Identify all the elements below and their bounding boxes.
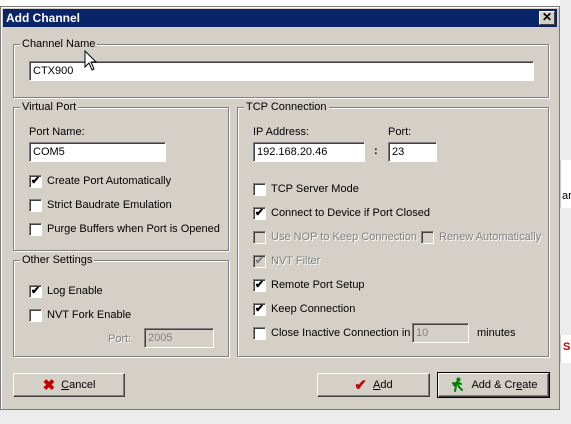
remote-port-setup-label: Remote Port Setup <box>271 279 365 291</box>
port-name-label: Port Name: <box>29 126 85 138</box>
create-port-automatically-checkbox[interactable]: ✔ <box>29 175 42 188</box>
connect-if-port-closed-checkbox[interactable]: ✔ <box>253 207 266 220</box>
background-strip <box>0 410 571 424</box>
strict-baudrate-emulation-label: Strict Baudrate Emulation <box>47 199 172 211</box>
close-inactive-minutes-input[interactable]: 10 <box>412 323 469 343</box>
add-and-create-button-label: Add & Create <box>471 379 538 391</box>
fork-port-input[interactable]: 2005 <box>144 328 214 348</box>
tcp-server-mode-label: TCP Server Mode <box>271 183 359 195</box>
keep-connection-label: Keep Connection <box>271 303 356 315</box>
add-and-create-button[interactable]: Add & Create <box>437 372 550 398</box>
close-inactive-minutes-value: 10 <box>416 327 429 339</box>
tcp-server-mode-checkbox[interactable] <box>253 183 266 196</box>
ip-address-input[interactable]: 192.168.20.46 <box>253 142 365 162</box>
ip-address-value: 192.168.20.46 <box>257 146 328 158</box>
tcp-connection-group-label: TCP Connection <box>244 100 329 114</box>
checkmark-icon: ✔ <box>30 285 41 297</box>
nvt-filter-label: NVT Filter <box>271 255 321 267</box>
other-settings-group-label: Other Settings <box>20 253 95 267</box>
other-settings-group: Other Settings ✔ Log Enable NVT Fork Ena… <box>13 253 229 357</box>
connect-if-port-closed-label: Connect to Device if Port Closed <box>271 207 430 219</box>
channel-name-value: CTX900 <box>33 65 74 77</box>
renew-automatically-label: Renew Automatically <box>439 231 542 243</box>
fork-port-label: Port: <box>108 333 132 345</box>
background-panel-2: S <box>560 335 571 363</box>
minutes-label: minutes <box>477 327 516 339</box>
background-text-2: S <box>563 341 571 353</box>
channel-name-input[interactable]: CTX900 <box>29 61 534 81</box>
close-button[interactable]: ✕ <box>539 11 555 25</box>
checkmark-icon: ✔ <box>254 303 265 315</box>
background-panel: ar <box>560 160 571 208</box>
checkmark-icon: ✔ <box>254 207 265 219</box>
virtual-port-group: Virtual Port Port Name: COM5 ✔ Create Po… <box>13 100 229 251</box>
port-name-input[interactable]: COM5 <box>29 142 166 162</box>
use-nop-checkbox[interactable] <box>253 231 266 244</box>
background-text: ar <box>562 190 571 202</box>
nvt-filter-checkbox[interactable]: ✔ <box>253 255 266 268</box>
close-inactive-label: Close Inactive Connection in <box>271 327 411 339</box>
fork-port-value: 2005 <box>148 332 173 344</box>
keep-connection-checkbox[interactable]: ✔ <box>253 303 266 316</box>
nvt-fork-enable-checkbox[interactable] <box>29 309 42 322</box>
mouse-cursor-icon <box>84 50 98 71</box>
cancel-button-label: Cancel <box>61 379 96 391</box>
ip-port-separator: : <box>374 145 378 157</box>
strict-baudrate-emulation-checkbox[interactable] <box>29 199 42 212</box>
x-icon: ✖ <box>42 376 56 394</box>
title-bar: Add Channel ✕ <box>3 9 557 27</box>
port-name-value: COM5 <box>33 146 65 158</box>
tcp-port-label: Port: <box>388 126 412 138</box>
purge-buffers-checkbox[interactable] <box>29 223 42 236</box>
cancel-button[interactable]: ✖ Cancel <box>13 373 125 397</box>
close-icon: ✕ <box>541 10 553 24</box>
virtual-port-group-label: Virtual Port <box>20 100 79 114</box>
purge-buffers-label: Purge Buffers when Port is Opened <box>47 223 220 235</box>
tcp-port-input[interactable]: 23 <box>388 142 437 162</box>
checkmark-icon: ✔ <box>30 175 41 187</box>
log-enable-checkbox[interactable]: ✔ <box>29 285 42 298</box>
dialog-title: Add Channel <box>6 11 80 25</box>
tcp-connection-group: TCP Connection IP Address: 192.168.20.46… <box>237 100 549 357</box>
checkmark-icon: ✔ <box>254 279 265 291</box>
tcp-port-value: 23 <box>392 146 405 158</box>
ip-address-label: IP Address: <box>253 126 310 138</box>
running-person-icon <box>452 377 464 392</box>
checkmark-icon: ✔ <box>354 376 367 394</box>
log-enable-label: Log Enable <box>47 285 103 297</box>
channel-name-group-label: Channel Name <box>20 37 98 51</box>
remote-port-setup-checkbox[interactable]: ✔ <box>253 279 266 292</box>
renew-automatically-checkbox[interactable] <box>421 231 434 244</box>
nvt-fork-enable-label: NVT Fork Enable <box>47 309 132 321</box>
checkmark-icon: ✔ <box>254 255 265 267</box>
close-inactive-checkbox[interactable] <box>253 327 266 340</box>
add-button[interactable]: ✔ Add <box>317 373 430 397</box>
use-nop-label: Use NOP to Keep Connection <box>271 231 417 243</box>
create-port-automatically-label: Create Port Automatically <box>47 175 172 187</box>
add-button-label: Add <box>372 379 393 391</box>
